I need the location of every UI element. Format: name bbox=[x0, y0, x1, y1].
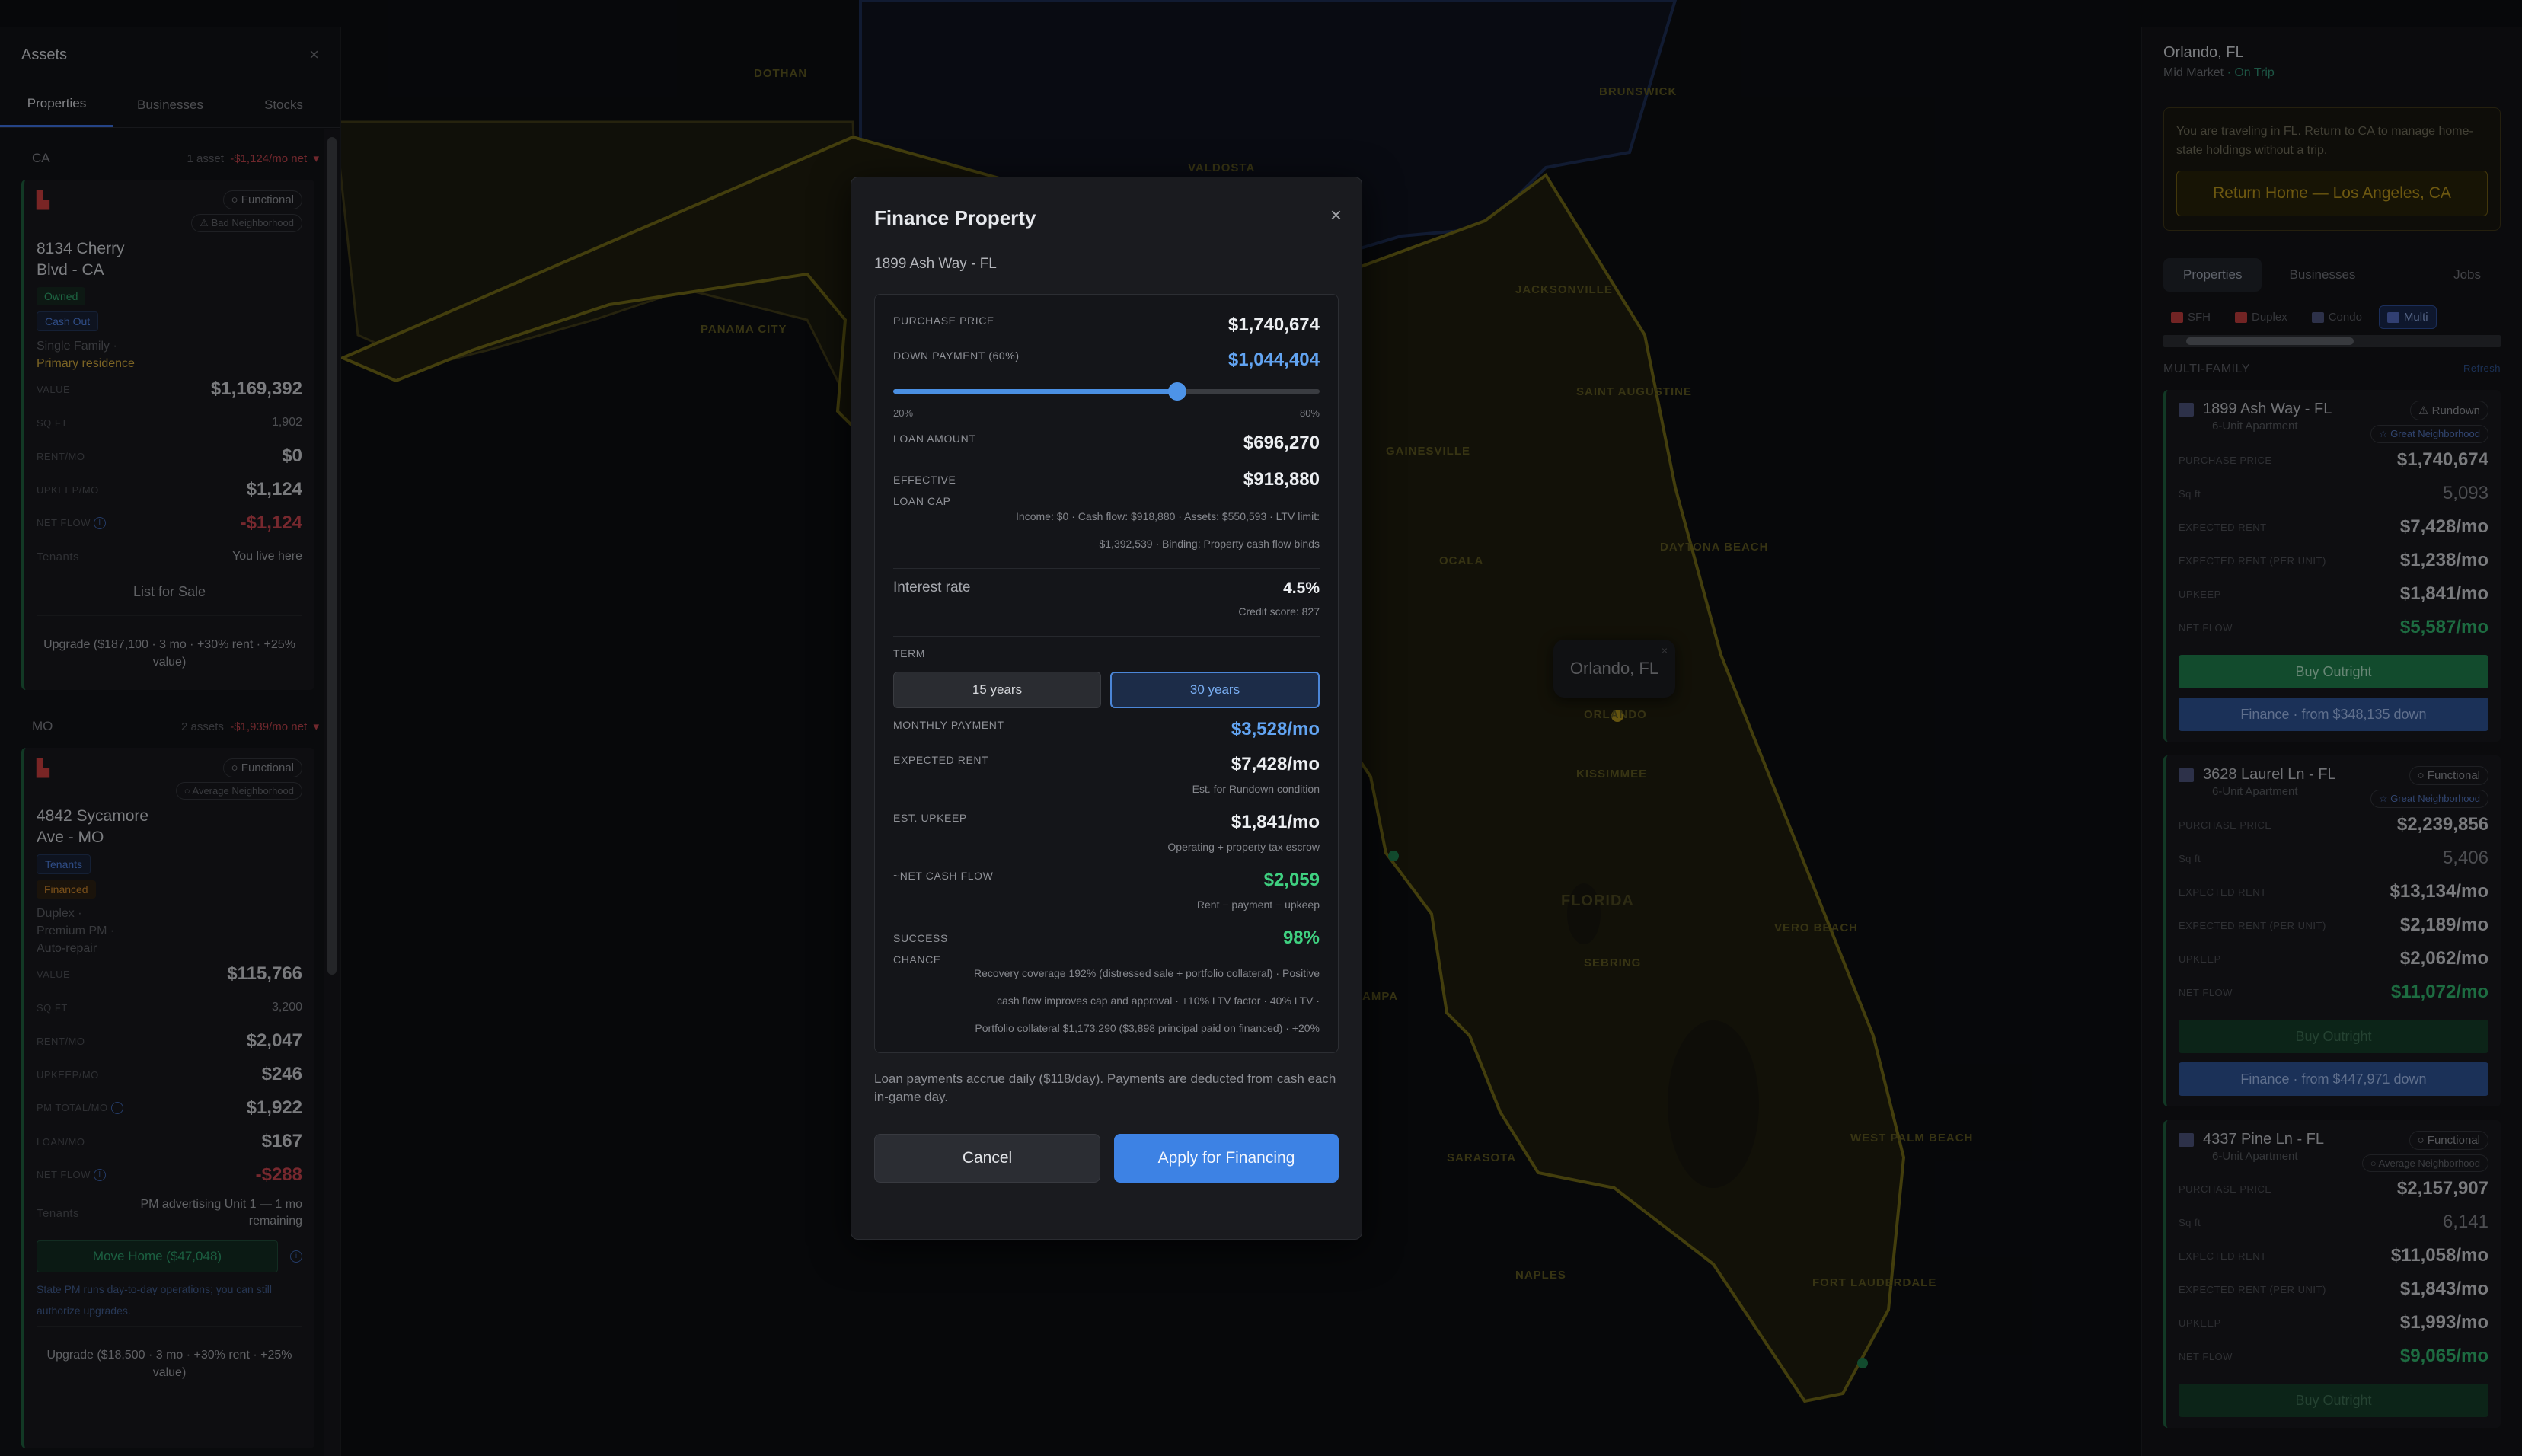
finance-modal: Finance Property × 1899 Ash Way - FL PUR… bbox=[851, 177, 1362, 1240]
net-cash-flow-note: Rent − payment − upkeep bbox=[1196, 899, 1320, 911]
upkeep-note: Operating + property tax escrow bbox=[1167, 841, 1320, 853]
credit-score-note: Credit score: 827 bbox=[1238, 605, 1320, 618]
modal-footer-note: Loan payments accrue daily ($118/day). P… bbox=[874, 1071, 1336, 1104]
modal-title: Finance Property bbox=[874, 206, 1036, 229]
modal-property: 1899 Ash Way - FL bbox=[874, 256, 997, 272]
finance-details: PURCHASE PRICE $1,740,674 DOWN PAYMENT (… bbox=[874, 294, 1339, 1053]
interest-rate-row: Interest rate 4.5% bbox=[893, 580, 1320, 597]
slider-thumb[interactable] bbox=[1168, 382, 1187, 401]
loan-cap-note: Income: $0 · Cash flow: $918,880 · Asset… bbox=[1016, 510, 1320, 550]
term-row: TERM bbox=[893, 647, 926, 659]
slider-labels: 20% 80% bbox=[893, 407, 1320, 419]
purchase-price-row: PURCHASE PRICE $1,740,674 bbox=[893, 315, 1320, 335]
upkeep-row: EST. UPKEEP $1,841/mo bbox=[893, 812, 1320, 832]
slider-fill bbox=[893, 389, 1178, 394]
close-icon[interactable]: × bbox=[1330, 203, 1342, 227]
loan-amount-row: LOAN AMOUNT $696,270 bbox=[893, 433, 1320, 453]
down-payment-slider[interactable] bbox=[893, 380, 1320, 403]
slider-min-label: 20% bbox=[893, 407, 914, 419]
net-cash-flow-row: ~NET CASH FLOW $2,059 bbox=[893, 870, 1320, 890]
success-note: Recovery coverage 192% (distressed sale … bbox=[973, 967, 1320, 1034]
term-15-button[interactable]: 15 years bbox=[893, 672, 1101, 708]
expected-rent-row: EXPECTED RENT $7,428/mo bbox=[893, 754, 1320, 774]
term-30-button[interactable]: 30 years bbox=[1110, 672, 1320, 708]
term-selector: 15 years 30 years bbox=[893, 672, 1320, 708]
slider-max-label: 80% bbox=[1299, 407, 1320, 419]
monthly-payment-row: MONTHLY PAYMENT $3,528/mo bbox=[893, 719, 1320, 739]
apply-financing-button[interactable]: Apply for Financing bbox=[1114, 1134, 1339, 1183]
rent-note: Est. for Rundown condition bbox=[1192, 783, 1320, 795]
cancel-button[interactable]: Cancel bbox=[874, 1134, 1100, 1183]
modal-actions: Cancel Apply for Financing bbox=[874, 1134, 1339, 1183]
down-payment-row: DOWN PAYMENT (60%) $1,044,404 bbox=[893, 350, 1320, 370]
